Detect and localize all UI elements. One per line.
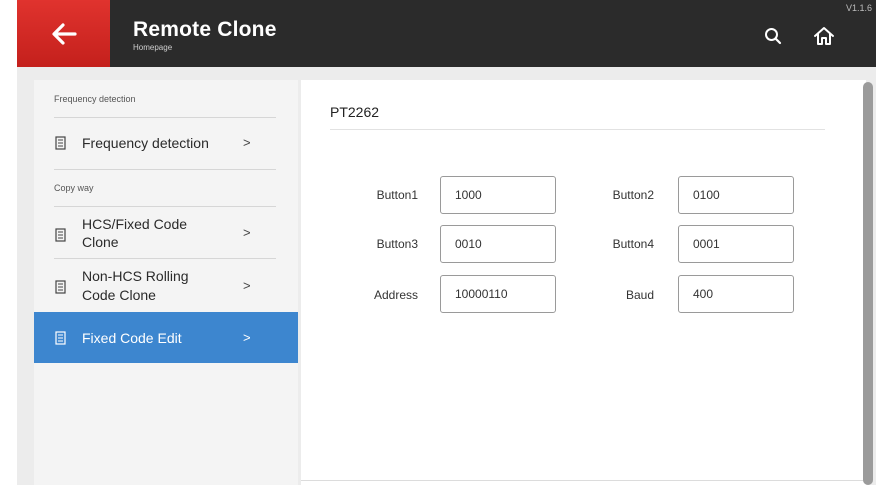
sidebar-item-label: Code Clone [82,287,156,303]
header-bar: Remote Clone Homepage V1.1.6 [17,0,876,67]
field-label-button1: Button1 [376,188,418,202]
divider [54,169,276,170]
button4-input[interactable] [678,225,794,263]
button3-input[interactable] [440,225,556,263]
divider [330,129,825,130]
field-label-address: Address [373,288,418,302]
button1-input[interactable] [440,176,556,214]
field-label-baud: Baud [625,288,654,302]
chevron-right-icon: > [243,225,251,240]
title-block: Remote Clone Homepage [133,18,277,54]
document-icon [55,228,66,242]
sidebar-item-label: Frequency detection [82,135,209,151]
chevron-right-icon: > [243,135,251,150]
sidebar-item-hcs-fixed-code-clone[interactable]: HCS/Fixed Code Clone > [34,207,298,258]
sidebar-item-non-hcs-rolling-code-clone[interactable]: Non-HCS Rolling Code Clone > [34,259,298,310]
address-input[interactable] [440,275,556,313]
home-icon [814,27,834,45]
sidebar-item-label: Non-HCS Rolling [82,268,189,284]
baud-input[interactable] [678,275,794,313]
arrow-left-icon [51,22,77,45]
sidebar-item-fixed-code-edit[interactable]: Fixed Code Edit > [34,312,298,363]
app-frame: Remote Clone Homepage V1.1.6 Frequency d… [17,0,876,485]
button2-input[interactable] [678,176,794,214]
divider [301,480,866,481]
version-label: V1.1.6 [845,3,872,13]
breadcrumb: Homepage [133,43,173,52]
field-label-button3: Button3 [376,237,418,251]
sidebar-item-label: Clone [82,234,119,250]
field-label-button2: Button2 [612,188,654,202]
section-label-copy-way: Copy way [54,183,94,193]
chevron-right-icon: > [243,330,251,345]
document-icon [55,331,66,345]
chevron-right-icon: > [243,278,251,293]
page-title: Remote Clone [133,18,277,41]
scrollbar[interactable] [863,82,873,485]
sidebar-item-frequency-detection[interactable]: Frequency detection > [34,118,298,169]
home-button[interactable] [812,24,836,48]
search-icon [765,28,782,45]
section-label-frequency: Frequency detection [54,94,136,104]
sidebar: Frequency detection Frequency detection … [34,80,298,485]
sidebar-item-label: Fixed Code Edit [82,330,182,346]
content-panel: PT2262 Button1 Button2 Button3 Button4 A… [301,80,866,485]
back-button[interactable] [17,0,110,67]
search-button[interactable] [761,24,785,48]
document-icon [55,280,66,294]
field-label-button4: Button4 [612,237,654,251]
document-icon [55,136,66,150]
model-title: PT2262 [330,104,380,120]
sidebar-item-label: HCS/Fixed Code [82,216,188,232]
